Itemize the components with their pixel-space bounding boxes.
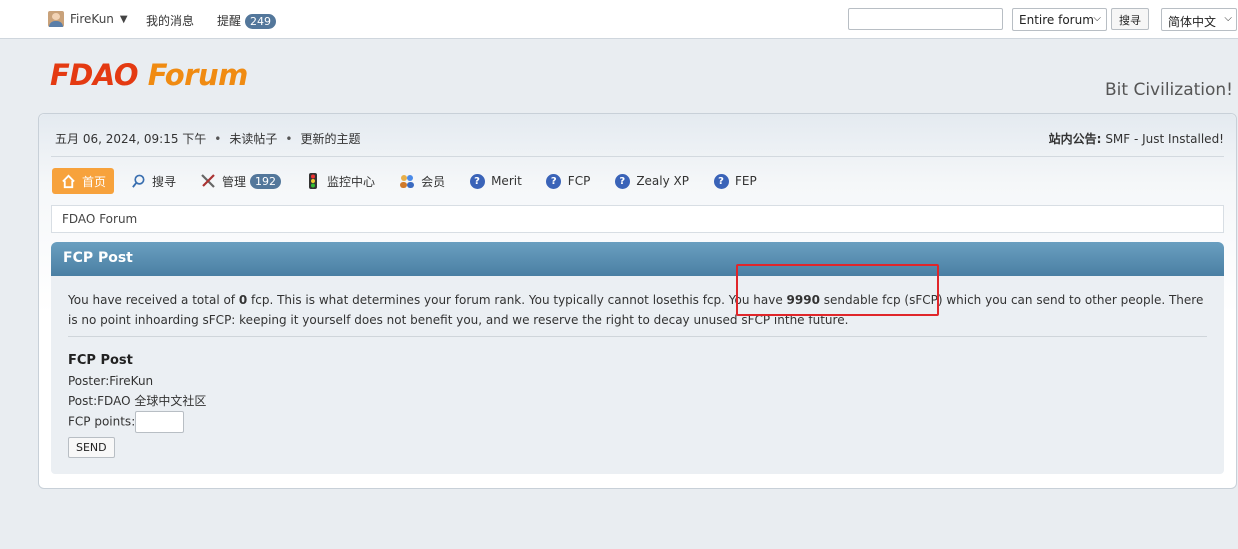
menu-label: 管理 xyxy=(222,174,247,189)
avatar[interactable] xyxy=(48,11,64,27)
chevron-down-icon[interactable]: ▼ xyxy=(120,14,128,25)
message-text: fcp. This is what determines your forum … xyxy=(247,293,787,307)
forum-logo[interactable]: FDAO Forum xyxy=(50,58,248,92)
help-icon: ? xyxy=(546,173,562,189)
poster-line: Poster:FireKun xyxy=(68,374,154,388)
search-input[interactable] xyxy=(848,8,1003,30)
alerts-label: 提醒 xyxy=(217,14,242,28)
home-icon xyxy=(60,173,76,189)
breadcrumb-home-link[interactable]: FDAO Forum xyxy=(62,212,137,226)
send-button[interactable]: SEND xyxy=(68,437,115,458)
search-scope-select[interactable]: Entire forum ⌵ xyxy=(1012,8,1107,31)
section-title: FCP Post xyxy=(63,250,133,266)
tools-icon xyxy=(200,173,216,189)
divider xyxy=(68,336,1207,337)
news-ticker: 站内公告: SMF - Just Installed! xyxy=(1049,130,1224,147)
menu-item-moderation[interactable]: 监控中心 xyxy=(297,168,383,194)
search-icon xyxy=(130,173,146,189)
total-fcp: 0 xyxy=(238,293,248,307)
menu-label: Merit xyxy=(491,174,522,188)
menu-item-search[interactable]: 搜寻 xyxy=(122,168,184,194)
info-row: 五月 06, 2024, 09:15 下午 • 未读帖子 • 更新的主题 xyxy=(55,130,360,147)
menu-label: 监控中心 xyxy=(327,174,376,189)
menu-item-merit[interactable]: ? Merit xyxy=(461,168,530,194)
breadcrumb: FDAO Forum xyxy=(51,205,1224,233)
message-text: You have received a total of xyxy=(68,293,239,307)
help-icon: ? xyxy=(469,173,485,189)
unread-posts-link[interactable]: 未读帖子 xyxy=(229,132,277,146)
alerts-link[interactable]: 提醒 249 xyxy=(217,12,277,29)
fcp-info-message: You have received a total of 0 fcp. This… xyxy=(68,290,1208,330)
news-label: 站内公告: xyxy=(1048,132,1102,146)
username[interactable]: FireKun xyxy=(70,12,114,26)
separator: • xyxy=(285,132,293,146)
language-select[interactable]: 简体中文 ⌵ xyxy=(1161,8,1237,31)
my-messages-link[interactable]: 我的消息 xyxy=(146,12,194,29)
language-value: 简体中文 xyxy=(1168,15,1217,29)
menu-item-members[interactable]: 会员 xyxy=(391,168,453,194)
points-label: FCP points: xyxy=(68,414,136,429)
chevron-down-icon: ⌵ xyxy=(1224,13,1232,24)
highlight-box xyxy=(736,264,939,316)
admin-count-badge: 192 xyxy=(250,173,282,189)
fcp-content: You have received a total of 0 fcp. This… xyxy=(51,276,1224,474)
divider xyxy=(51,156,1224,157)
logo-part2: Forum xyxy=(147,58,249,92)
alerts-count-badge: 249 xyxy=(245,14,277,29)
updated-topics-link[interactable]: 更新的主题 xyxy=(300,132,360,146)
site-slogan: Bit Civilization! xyxy=(1105,80,1233,100)
search-scope-value: Entire forum xyxy=(1019,13,1094,27)
help-icon: ? xyxy=(614,173,630,189)
points-row: FCP points: xyxy=(68,411,1207,433)
menu-item-admin[interactable]: 管理 192 xyxy=(192,168,289,194)
menu-label: 首页 xyxy=(82,174,107,189)
traffic-light-icon xyxy=(305,173,321,189)
main-menu: 首页 搜寻 管理 192 监控中心 会员 ? Merit ? FCP ? Zea… xyxy=(52,168,773,194)
help-icon: ? xyxy=(713,173,729,189)
top-bar: FireKun ▼ 我的消息 提醒 249 Entire forum ⌵ 搜寻 简… xyxy=(0,0,1238,39)
search-button[interactable]: 搜寻 xyxy=(1111,8,1149,30)
menu-label: FEP xyxy=(735,174,757,188)
members-icon xyxy=(399,173,415,189)
current-datetime: 五月 06, 2024, 09:15 下午 xyxy=(55,132,207,146)
user-menu[interactable]: FireKun ▼ xyxy=(48,11,128,27)
separator: • xyxy=(214,132,222,146)
menu-item-fep[interactable]: ? FEP xyxy=(705,168,765,194)
chevron-down-icon: ⌵ xyxy=(1093,13,1101,24)
menu-label: 搜寻 xyxy=(152,174,177,189)
menu-label: FCP xyxy=(567,174,591,188)
logo-part1: FDAO xyxy=(50,58,139,92)
form-title: FCP Post xyxy=(68,353,133,368)
fcp-points-input[interactable] xyxy=(135,411,185,433)
menu-item-fcp[interactable]: ? FCP xyxy=(538,168,599,194)
menu-item-home[interactable]: 首页 xyxy=(52,168,115,194)
main-panel: 五月 06, 2024, 09:15 下午 • 未读帖子 • 更新的主题 站内公告: S… xyxy=(38,113,1237,489)
menu-label: 会员 xyxy=(421,174,446,189)
post-line: Post:FDAO 全球中文社区 xyxy=(68,394,207,408)
menu-label: Zealy XP xyxy=(636,174,689,188)
news-text: SMF - Just Installed! xyxy=(1105,132,1224,146)
menu-item-zealy[interactable]: ? Zealy XP xyxy=(606,168,697,194)
section-header: FCP Post xyxy=(51,242,1224,276)
